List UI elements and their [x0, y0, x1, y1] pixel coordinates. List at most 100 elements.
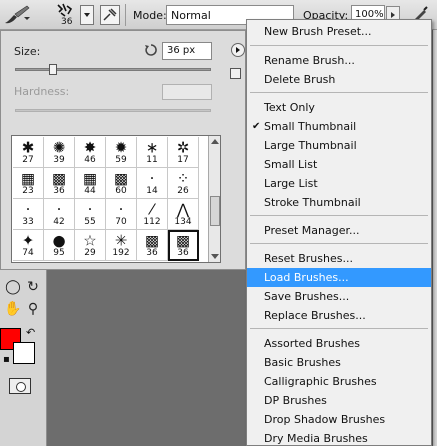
brush-preset-cell[interactable]: ⁄ 112: [137, 199, 168, 230]
size-value: 36 px: [167, 45, 196, 56]
toolbox: ◯ ↻ ✋ ⚲ ↶ ▪: [0, 270, 47, 446]
menu-item-drop-shadow-brushes[interactable]: Drop Shadow Brushes: [247, 410, 431, 429]
brush-tip-icon: ▦: [82, 169, 98, 188]
brush-preset-list[interactable]: ✱ 27 ✺ 39 ✸ 46 ✹ 59 ∗ 11 ✲ 17 ▦ 23 ▩ 36 ▦ 44 ▩ 60 · 14 ⁘ 26 · 33 ·…: [11, 135, 221, 263]
size-input[interactable]: 36 px: [162, 42, 212, 60]
menu-item-assorted-brushes[interactable]: Assorted Brushes: [247, 334, 431, 353]
brush-tip-icon: ▩: [144, 231, 160, 250]
brush-preset-cell[interactable]: ● 95: [44, 230, 75, 261]
default-colors-icon[interactable]: ▪: [3, 354, 10, 365]
size-slider[interactable]: [15, 64, 211, 75]
brush-preset-size: 46: [84, 155, 96, 165]
brush-preset-size: 44: [84, 186, 96, 196]
brush-preset-size: 36: [146, 248, 158, 258]
brush-tip-icon: ✲: [176, 138, 190, 157]
brush-preset-cell[interactable]: · 14: [137, 168, 168, 199]
brush-tip-icon: ▦: [20, 169, 36, 188]
brush-preset-cell[interactable]: ✸ 46: [75, 137, 106, 168]
background-color-swatch[interactable]: [13, 342, 35, 364]
brush-tip-icon: ⁘: [176, 169, 190, 188]
brush-tool-icon[interactable]: [2, 3, 32, 27]
brush-preset-cell[interactable]: · 33: [13, 199, 44, 230]
brush-preset-size: 74: [22, 248, 34, 258]
menu-item-dry-media-brushes[interactable]: Dry Media Brushes: [247, 429, 431, 446]
brush-preset-cell[interactable]: ▩ 36: [168, 230, 199, 261]
scroll-up-icon[interactable]: [211, 139, 219, 144]
brush-preset-picker[interactable]: 36: [52, 3, 82, 27]
brush-preset-cell[interactable]: ✦ 74: [13, 230, 44, 261]
menu-item-stroke-thumbnail[interactable]: Stroke Thumbnail: [247, 193, 431, 212]
brush-tip-icon: ⋀: [176, 200, 190, 219]
menu-item-basic-brushes[interactable]: Basic Brushes: [247, 353, 431, 372]
menu-separator: [250, 92, 428, 93]
brush-preset-cell[interactable]: ∗ 11: [137, 137, 168, 168]
brush-tip-icon: ⁄: [150, 200, 154, 219]
menu-item-dp-brushes[interactable]: DP Brushes: [247, 391, 431, 410]
menu-item-delete-brush[interactable]: Delete Brush: [247, 70, 431, 89]
hand-icon[interactable]: ✋: [4, 300, 22, 318]
scroll-down-icon[interactable]: [211, 254, 219, 259]
brush-preset-cell[interactable]: ▦ 44: [75, 168, 106, 199]
zoom-icon[interactable]: ⚲: [24, 300, 42, 318]
brush-tip-icon: ·: [149, 169, 155, 188]
brush-preset-cell[interactable]: ✲ 17: [168, 137, 199, 168]
brush-preset-cell[interactable]: ✺ 39: [44, 137, 75, 168]
lasso-icon[interactable]: ◯: [4, 278, 22, 296]
brush-preset-size: 60: [115, 186, 127, 196]
size-slider-thumb[interactable]: [49, 64, 57, 75]
swap-colors-icon[interactable]: ↶: [26, 326, 35, 339]
mode-label: Mode:: [133, 9, 167, 22]
brush-tip-icon: ▩: [113, 169, 129, 188]
menu-item-save-brushes[interactable]: Save Brushes...: [247, 287, 431, 306]
brush-tip-icon: ·: [87, 200, 93, 219]
reset-size-icon[interactable]: [144, 43, 158, 57]
brush-preset-cell[interactable]: · 42: [44, 199, 75, 230]
brush-tip-icon: ▩: [51, 169, 67, 188]
menu-item-text-only[interactable]: Text Only: [247, 98, 431, 117]
menu-item-new-brush-preset[interactable]: New Brush Preset...: [247, 22, 431, 41]
brush-preset-cell[interactable]: ✳ 192: [106, 230, 137, 261]
brush-preset-cell[interactable]: · 70: [106, 199, 137, 230]
brush-preset-size: 55: [84, 217, 96, 227]
brush-tip-icon: ∗: [145, 138, 159, 157]
brush-preset-cell[interactable]: ☆ 29: [75, 230, 106, 261]
scroll-thumb[interactable]: [210, 196, 220, 226]
brush-tip-icon: ·: [25, 200, 31, 219]
menu-separator: [250, 215, 428, 216]
brush-preset-cell[interactable]: · 55: [75, 199, 106, 230]
brush-preset-cell[interactable]: ▩ 60: [106, 168, 137, 199]
menu-item-small-thumbnail[interactable]: ✔ Small Thumbnail: [247, 117, 431, 136]
brush-preset-cell[interactable]: ⁘ 26: [168, 168, 199, 199]
quick-mask-icon[interactable]: [9, 378, 31, 394]
menu-separator: [250, 328, 428, 329]
menu-item-reset-brushes[interactable]: Reset Brushes...: [247, 249, 431, 268]
preset-scrollbar[interactable]: [208, 136, 220, 262]
menu-item-large-list[interactable]: Large List: [247, 174, 431, 193]
rotate-view-icon[interactable]: ↻: [24, 278, 42, 296]
panel-menu-button[interactable]: [231, 43, 245, 57]
brush-tip-icon: ✱: [21, 138, 35, 157]
hardness-label: Hardness:: [14, 85, 70, 98]
brush-preset-cell[interactable]: ▦ 23: [13, 168, 44, 199]
brush-preset-cell[interactable]: ▩ 36: [137, 230, 168, 261]
brush-preset-cell[interactable]: ⋀ 134: [168, 199, 199, 230]
menu-item-preset-manager[interactable]: Preset Manager...: [247, 221, 431, 240]
brush-preset-size: 17: [177, 155, 189, 165]
menu-item-small-list[interactable]: Small List: [247, 155, 431, 174]
brush-preset-size: 23: [22, 186, 34, 196]
menu-item-large-thumbnail[interactable]: Large Thumbnail: [247, 136, 431, 155]
brush-preset-cell[interactable]: ✹ 59: [106, 137, 137, 168]
new-preset-icon[interactable]: [230, 68, 241, 79]
brush-preset-size: 14: [146, 186, 158, 196]
brush-preset-cell[interactable]: ▩ 36: [44, 168, 75, 199]
brush-picker-dropdown-button[interactable]: [80, 5, 94, 25]
menu-separator: [250, 243, 428, 244]
menu-item-calligraphic-brushes[interactable]: Calligraphic Brushes: [247, 372, 431, 391]
menu-item-replace-brushes[interactable]: Replace Brushes...: [247, 306, 431, 325]
brush-preset-size: 11: [146, 155, 158, 165]
brush-preset-cell[interactable]: ✱ 27: [13, 137, 44, 168]
brush-preset-size: 42: [53, 217, 65, 227]
menu-item-rename-brush[interactable]: Rename Brush...: [247, 51, 431, 70]
airbrush-icon[interactable]: [100, 5, 120, 25]
menu-item-load-brushes[interactable]: Load Brushes...: [247, 268, 431, 287]
